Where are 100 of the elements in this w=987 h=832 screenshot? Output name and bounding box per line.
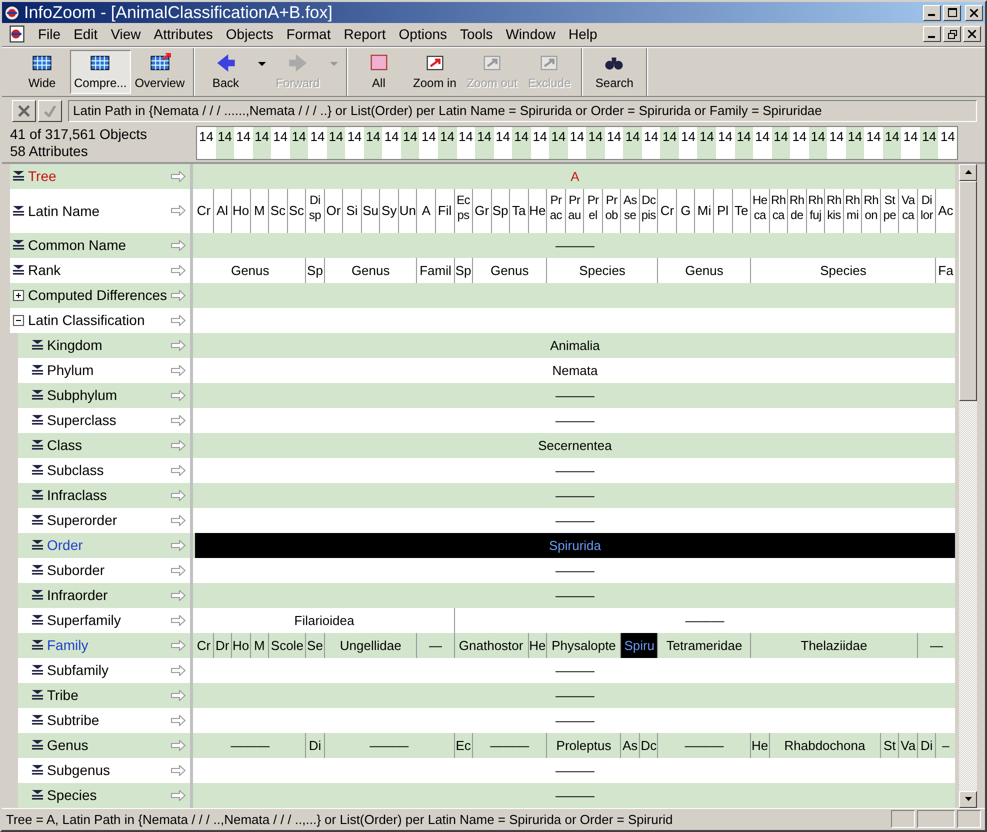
arrow-icon[interactable] xyxy=(171,390,186,401)
table-cell[interactable]: ——— xyxy=(195,782,955,808)
arrow-icon[interactable] xyxy=(171,540,186,551)
attribute-icon[interactable] xyxy=(32,465,43,476)
attribute-icon[interactable] xyxy=(13,206,24,216)
attribute-icon[interactable] xyxy=(32,440,43,450)
arrow-icon[interactable] xyxy=(171,264,186,276)
arrow-icon[interactable] xyxy=(171,314,186,326)
minimize-button[interactable] xyxy=(923,4,941,20)
table-cell[interactable]: Nemata xyxy=(195,358,955,383)
minimize-button[interactable] xyxy=(923,26,941,42)
table-cell[interactable]: ——— xyxy=(195,682,955,708)
menu-item[interactable]: View xyxy=(104,26,148,42)
attribute-icon[interactable] xyxy=(32,640,43,650)
table-cell[interactable]: ——— xyxy=(195,758,955,783)
arrow-icon[interactable] xyxy=(171,464,186,476)
attribute-icon[interactable] xyxy=(13,265,24,276)
attribute-icon[interactable] xyxy=(32,340,43,350)
toolbar-button[interactable]: Search xyxy=(586,50,642,94)
arrow-icon[interactable] xyxy=(171,740,186,751)
expander-icon[interactable] xyxy=(13,314,24,326)
menu-item[interactable]: Attributes xyxy=(148,26,220,42)
attribute-icon[interactable] xyxy=(32,415,43,426)
arrow-icon[interactable] xyxy=(171,205,186,216)
attribute-icon[interactable] xyxy=(32,365,43,376)
table-cell[interactable]: ——— xyxy=(195,582,955,608)
toolbar-button[interactable]: All xyxy=(350,50,407,94)
scrollbar-thumb[interactable] xyxy=(959,180,977,401)
attribute-icon[interactable] xyxy=(32,690,43,700)
arrow-icon[interactable] xyxy=(171,240,186,251)
menu-item[interactable]: File xyxy=(32,26,68,42)
scroll-up-button[interactable] xyxy=(959,164,977,181)
attribute-icon[interactable] xyxy=(32,565,43,576)
menu-item[interactable]: Help xyxy=(562,26,604,42)
table-cell[interactable]: ——— xyxy=(195,658,955,683)
arrow-icon[interactable] xyxy=(171,340,186,351)
table-cell[interactable]: ——— xyxy=(195,382,955,408)
table-cell[interactable]: Spiru xyxy=(621,632,658,658)
attribute-icon[interactable] xyxy=(32,390,43,400)
expander-icon[interactable] xyxy=(13,290,24,301)
menu-item[interactable]: Format xyxy=(280,26,338,42)
arrow-icon[interactable] xyxy=(171,614,186,626)
arrow-icon[interactable] xyxy=(171,714,186,726)
arrow-icon[interactable] xyxy=(171,414,186,426)
arrow-icon[interactable] xyxy=(171,664,186,676)
arrow-icon[interactable] xyxy=(171,690,186,701)
table-cell[interactable]: ——— xyxy=(195,458,955,483)
attribute-icon[interactable] xyxy=(32,615,43,626)
menu-item[interactable]: Objects xyxy=(220,26,280,42)
attribute-icon[interactable] xyxy=(32,515,43,526)
toolbar-button[interactable]: Back xyxy=(198,50,254,94)
arrow-icon[interactable] xyxy=(171,440,186,451)
arrow-icon[interactable] xyxy=(171,790,186,801)
toolbar-button[interactable]: Wide xyxy=(14,50,70,94)
close-button[interactable] xyxy=(963,26,981,42)
table-cell[interactable]: Ac xyxy=(936,188,955,233)
arrow-icon[interactable] xyxy=(171,490,186,501)
attribute-icon[interactable] xyxy=(13,240,24,250)
menu-item[interactable]: Report xyxy=(338,26,393,42)
attribute-icon[interactable] xyxy=(32,540,43,550)
table-cell[interactable]: A xyxy=(195,164,955,189)
table-cell[interactable]: ——— xyxy=(195,408,955,433)
table-cell[interactable]: Secernentea xyxy=(195,432,955,458)
arrow-icon[interactable] xyxy=(171,514,186,526)
document-icon[interactable] xyxy=(8,25,26,44)
arrow-icon[interactable] xyxy=(171,290,186,301)
filter-field[interactable]: Latin Path in {Nemata / / / ......,Nemata / / / ..} or List(Order) per Latin Name = Spirurida or Order = Spirurida or Family = Spiruridae xyxy=(68,100,977,122)
table-cell[interactable]: ——— xyxy=(195,558,955,583)
table-cell[interactable]: ——— xyxy=(195,508,955,533)
scrollbar[interactable] xyxy=(959,164,977,808)
table-cell[interactable]: ——— xyxy=(195,482,955,508)
attribute-icon[interactable] xyxy=(32,765,43,776)
menu-item[interactable]: Tools xyxy=(454,26,500,42)
attribute-icon[interactable] xyxy=(32,490,43,500)
menu-item[interactable]: Options xyxy=(392,26,454,42)
table-cell[interactable]: — xyxy=(918,632,955,658)
arrow-icon[interactable] xyxy=(171,764,186,776)
attribute-icon[interactable] xyxy=(32,665,43,676)
arrow-icon[interactable] xyxy=(171,170,186,182)
table-cell[interactable]: – xyxy=(936,732,955,758)
attribute-icon[interactable] xyxy=(32,790,43,800)
toolbar-button[interactable]: Overview xyxy=(130,50,189,94)
restore-button[interactable] xyxy=(943,26,961,42)
arrow-icon[interactable] xyxy=(171,364,186,376)
table-cell[interactable]: ——— xyxy=(195,708,955,733)
menu-item[interactable]: Edit xyxy=(68,26,105,42)
arrow-icon[interactable] xyxy=(171,640,186,651)
arrow-icon[interactable] xyxy=(171,564,186,576)
attribute-icon[interactable] xyxy=(32,715,43,726)
toolbar-button[interactable]: Zoom in xyxy=(406,50,463,94)
close-button[interactable] xyxy=(965,4,983,20)
clear-filter-button[interactable] xyxy=(12,100,36,122)
table-cell[interactable]: ——— xyxy=(195,232,955,258)
attribute-label[interactable]: Species xyxy=(10,782,193,808)
attribute-icon[interactable] xyxy=(13,171,24,182)
menu-item[interactable]: Window xyxy=(500,26,562,42)
attribute-icon[interactable] xyxy=(32,740,43,750)
table-cell[interactable]: Animalia xyxy=(195,332,955,358)
attribute-icon[interactable] xyxy=(32,590,43,600)
scroll-down-button[interactable] xyxy=(959,790,977,808)
